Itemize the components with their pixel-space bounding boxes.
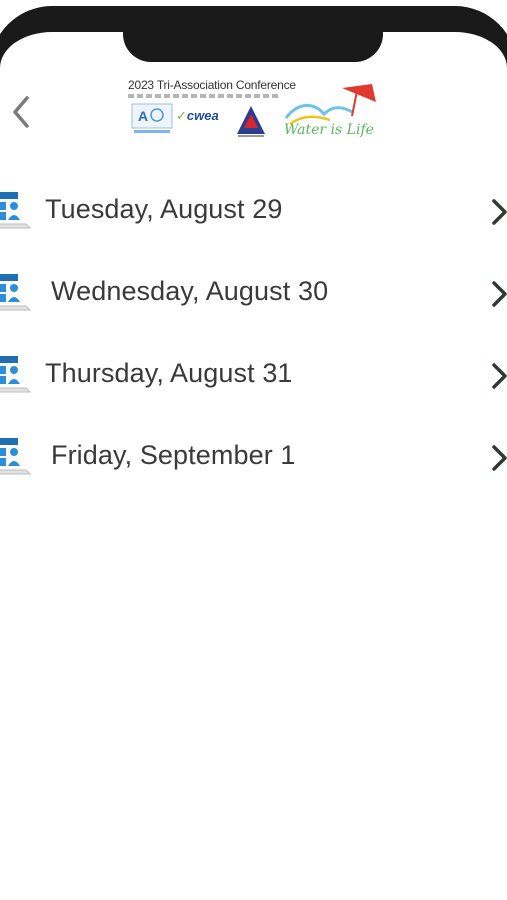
back-button[interactable] — [4, 90, 38, 134]
chevron-right-icon — [492, 363, 507, 389]
schedule-icon — [0, 274, 32, 311]
day-label: Friday, September 1 — [51, 440, 296, 470]
schedule-icon — [0, 192, 32, 229]
day-item-tuesday[interactable]: Tuesday, August 29 — [0, 170, 507, 252]
tri-association-logo-icon: A — [131, 103, 173, 133]
schedule-day-list: Tuesday, August 29 Wednesday, August 30 — [0, 170, 507, 498]
cwea-logo-text: cwea — [186, 108, 219, 123]
day-label: Wednesday, August 30 — [51, 276, 329, 306]
association-a-logo-icon — [237, 106, 265, 137]
cwea-logo: ✓cwea — [176, 108, 219, 123]
schedule-icon — [0, 356, 32, 393]
conference-banner: 2023 Tri-Association Conference A ✓cwea — [124, 74, 386, 146]
phone-device: 2023 Tri-Association Conference A ✓cwea — [0, 0, 507, 900]
water-is-life-text: Water is Life — [284, 122, 374, 138]
schedule-icon — [0, 438, 32, 475]
chevron-right-icon — [492, 199, 507, 225]
chevron-left-icon — [13, 96, 29, 128]
day-item-wednesday[interactable]: Wednesday, August 30 — [0, 252, 507, 334]
header: 2023 Tri-Association Conference A ✓cwea — [0, 40, 507, 150]
chevron-right-icon — [492, 445, 507, 471]
day-label: Tuesday, August 29 — [45, 194, 283, 224]
chevron-right-icon — [492, 281, 507, 307]
day-item-thursday[interactable]: Thursday, August 31 — [0, 334, 507, 416]
banner-dates-line — [128, 94, 278, 98]
day-item-friday[interactable]: Friday, September 1 — [0, 416, 507, 498]
svg-text:A: A — [138, 108, 148, 124]
day-label: Thursday, August 31 — [45, 358, 293, 388]
banner-title: 2023 Tri-Association Conference — [128, 78, 296, 92]
